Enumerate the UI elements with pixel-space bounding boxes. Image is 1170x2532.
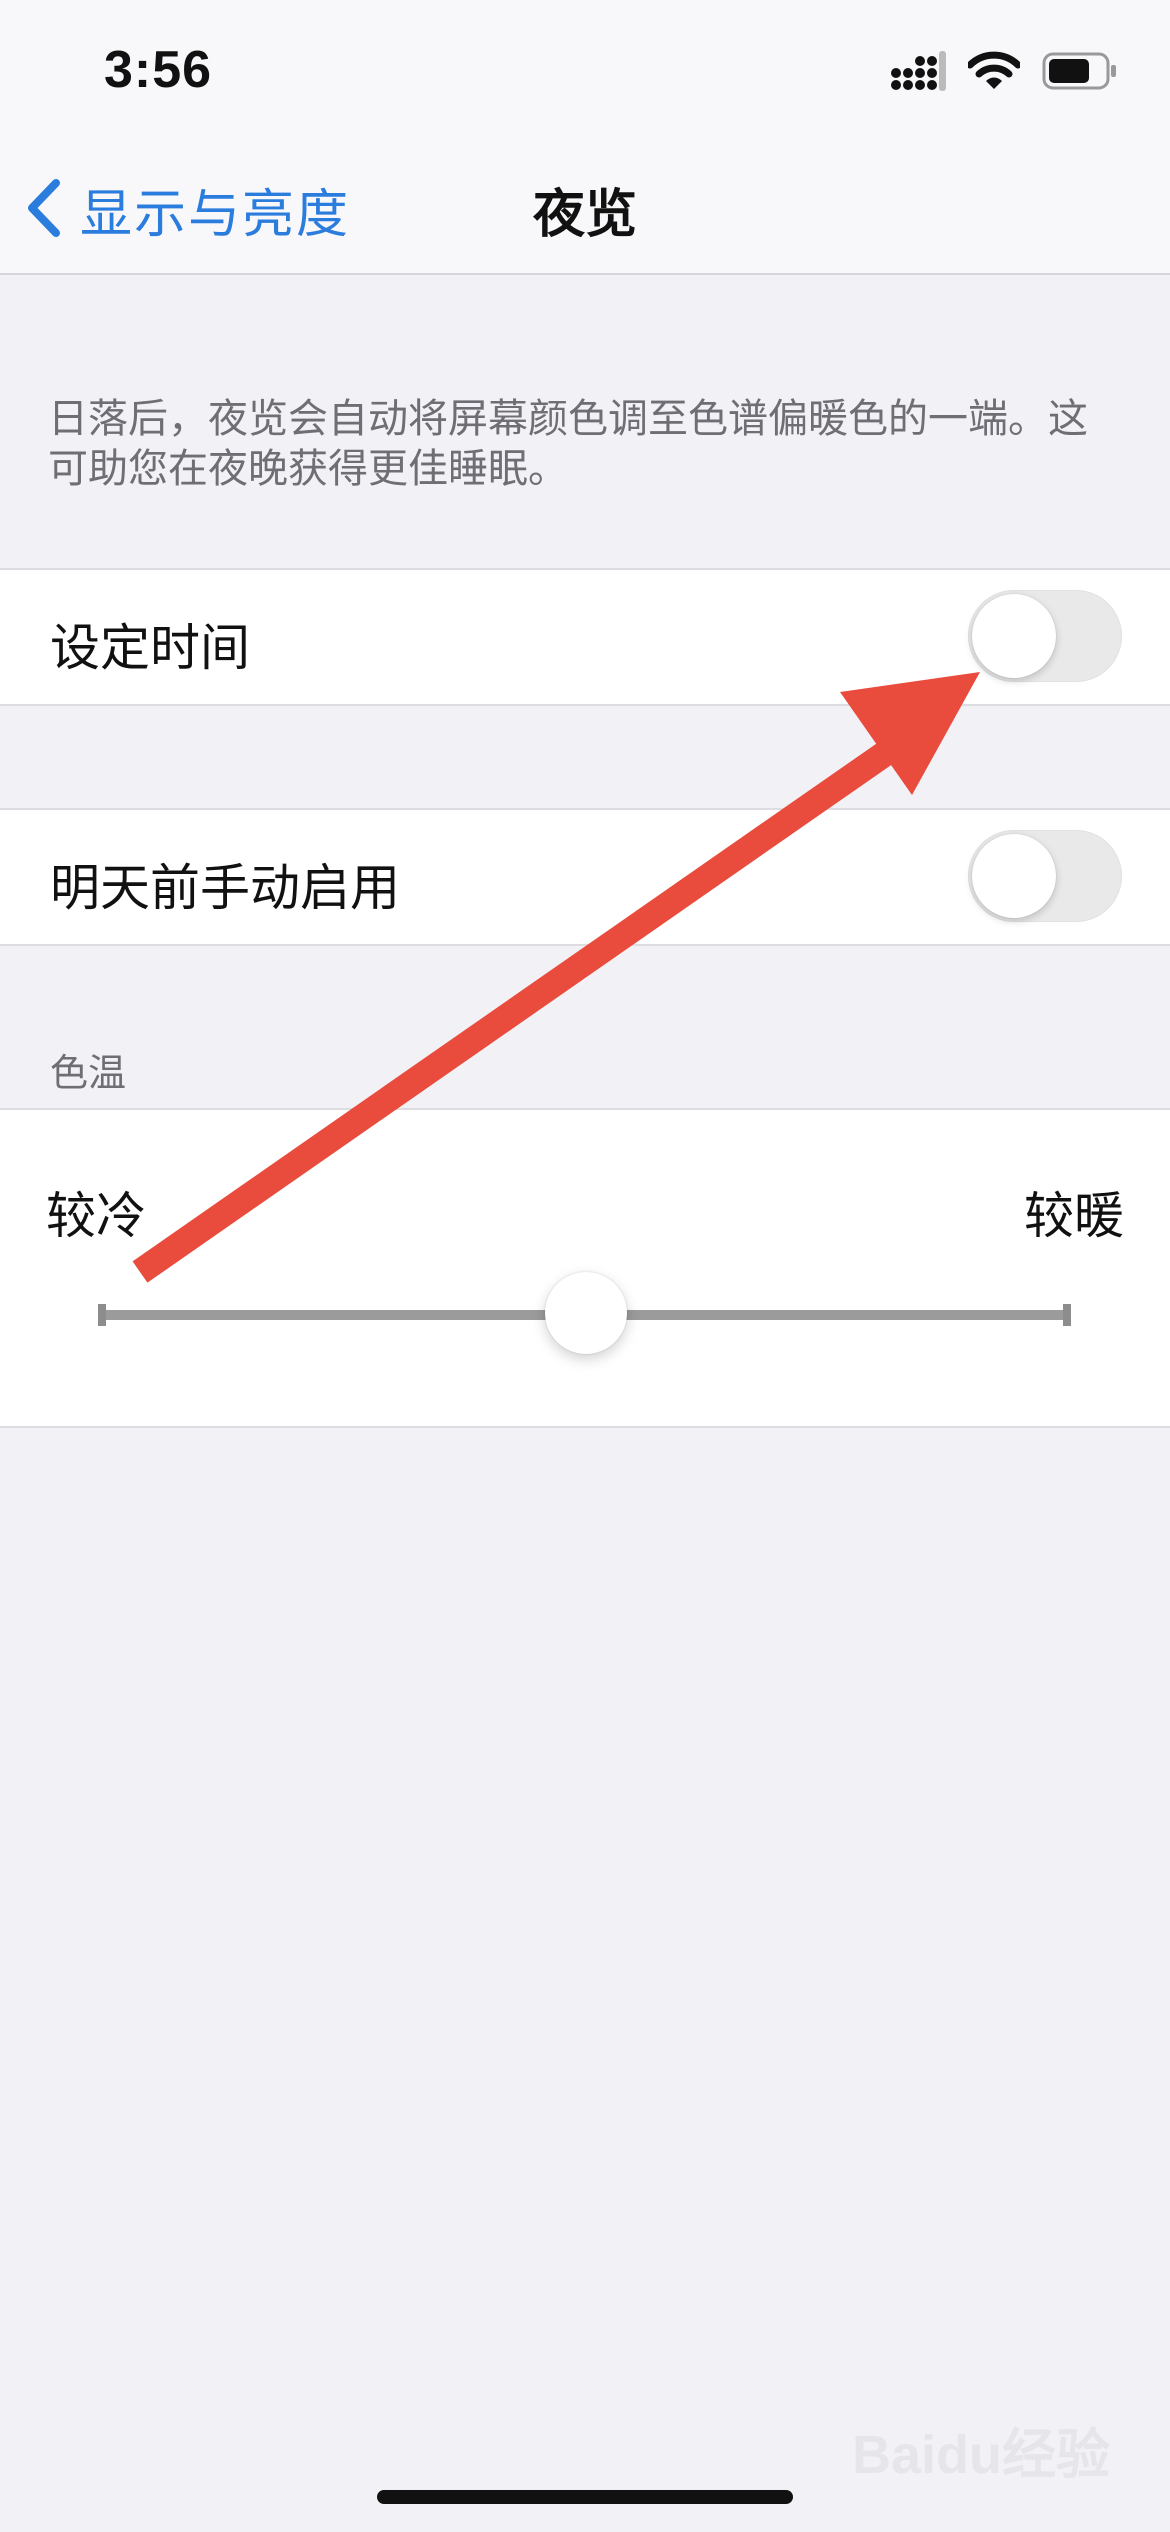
page-title: 夜览 bbox=[532, 185, 637, 245]
manual-enable-row: 明天前手动启用 bbox=[0, 808, 1170, 946]
home-indicator[interactable] bbox=[377, 2490, 793, 2504]
scheduled-label: 设定时间 bbox=[50, 619, 250, 677]
color-temperature-group bbox=[0, 1108, 1170, 1428]
cellular-signal-icon bbox=[890, 51, 946, 95]
scheduled-toggle[interactable] bbox=[968, 590, 1122, 682]
night-shift-description: 日落后，夜览会自动将屏幕颜色调至色谱偏暖色的一端。这可助您在夜晚获得更佳睡眠。 bbox=[48, 396, 1088, 492]
status-icons bbox=[890, 48, 1118, 98]
color-temperature-header: 色温 bbox=[50, 1051, 127, 1095]
watermark-text: Baidu经验 bbox=[851, 2425, 1110, 2485]
color-temperature-slider-thumb[interactable] bbox=[545, 1272, 627, 1354]
manual-enable-toggle[interactable] bbox=[968, 830, 1122, 922]
screen: 3:56 显示与亮度 夜览 日落后，夜览会自动将屏幕颜色调至色谱偏暖色的一端。这… bbox=[0, 0, 1170, 2532]
toggle-knob bbox=[972, 594, 1056, 678]
slider-max-cap bbox=[1063, 1304, 1071, 1326]
warmer-label: 较暖 bbox=[1024, 1187, 1124, 1245]
watermark-logo: Baidu经验 bbox=[852, 2410, 1110, 2489]
status-time: 3:56 bbox=[104, 41, 213, 99]
toggle-knob bbox=[972, 834, 1056, 918]
battery-icon bbox=[1042, 51, 1118, 95]
wifi-icon bbox=[966, 51, 1022, 95]
scheduled-row: 设定时间 bbox=[0, 568, 1170, 706]
manual-enable-label: 明天前手动启用 bbox=[50, 859, 400, 917]
cooler-label: 较冷 bbox=[46, 1187, 146, 1245]
navigation-bar: 3:56 显示与亮度 夜览 bbox=[0, 0, 1170, 275]
slider-min-cap bbox=[98, 1304, 106, 1326]
